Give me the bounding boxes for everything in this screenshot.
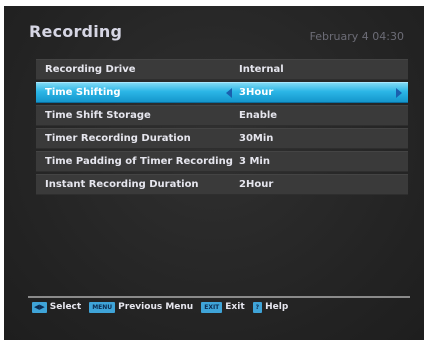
- help-key-icon: ?: [252, 301, 263, 313]
- datetime-display: February 4 04:30: [309, 30, 404, 43]
- page-title: Recording: [29, 22, 123, 41]
- menu-row-timer-recording-duration[interactable]: Timer Recording Duration 30Min: [36, 128, 408, 149]
- menu-row-label: Timer Recording Duration: [45, 133, 191, 144]
- menu-row-label: Time Shifting: [45, 87, 121, 98]
- select-hint: Select: [49, 302, 82, 312]
- menu-row-label: Time Padding of Timer Recording: [45, 156, 233, 167]
- menu-row-value: 3Hour: [239, 87, 274, 98]
- menu-row-label: Instant Recording Duration: [45, 179, 199, 190]
- exit-hint: Exit: [225, 302, 245, 312]
- menu-row-value: 3 Min: [239, 156, 270, 167]
- menu-row-time-padding[interactable]: Time Padding of Timer Recording 3 Min: [36, 151, 408, 172]
- settings-menu: Recording Drive Internal Time Shifting 3…: [36, 59, 408, 197]
- menu-row-value: Enable: [239, 110, 278, 121]
- menu-key-icon: MENU: [89, 301, 116, 313]
- arrow-right-icon[interactable]: [396, 88, 402, 98]
- previous-menu-hint: Previous Menu: [118, 302, 194, 312]
- menu-row-recording-drive[interactable]: Recording Drive Internal: [36, 59, 408, 80]
- menu-row-label: Recording Drive: [45, 64, 136, 75]
- menu-row-time-shifting[interactable]: Time Shifting 3Hour: [36, 82, 408, 103]
- menu-row-value: 2Hour: [239, 179, 274, 190]
- footer-divider: [28, 296, 410, 298]
- tv-screen: Recording February 4 04:30 Recording Dri…: [4, 6, 424, 340]
- menu-row-value: 30Min: [239, 133, 274, 144]
- menu-row-instant-recording-duration[interactable]: Instant Recording Duration 2Hour: [36, 174, 408, 195]
- exit-key-icon: EXIT: [201, 301, 223, 313]
- arrow-left-icon[interactable]: [226, 88, 232, 98]
- select-key-icon: ◀▶: [32, 301, 47, 313]
- menu-row-label: Time Shift Storage: [45, 110, 151, 121]
- menu-row-value: Internal: [239, 64, 284, 75]
- menu-row-time-shift-storage[interactable]: Time Shift Storage Enable: [36, 105, 408, 126]
- help-hint: Help: [265, 302, 289, 312]
- footer-help-bar: ◀▶ Select MENU Previous Menu EXIT Exit ?…: [32, 300, 293, 314]
